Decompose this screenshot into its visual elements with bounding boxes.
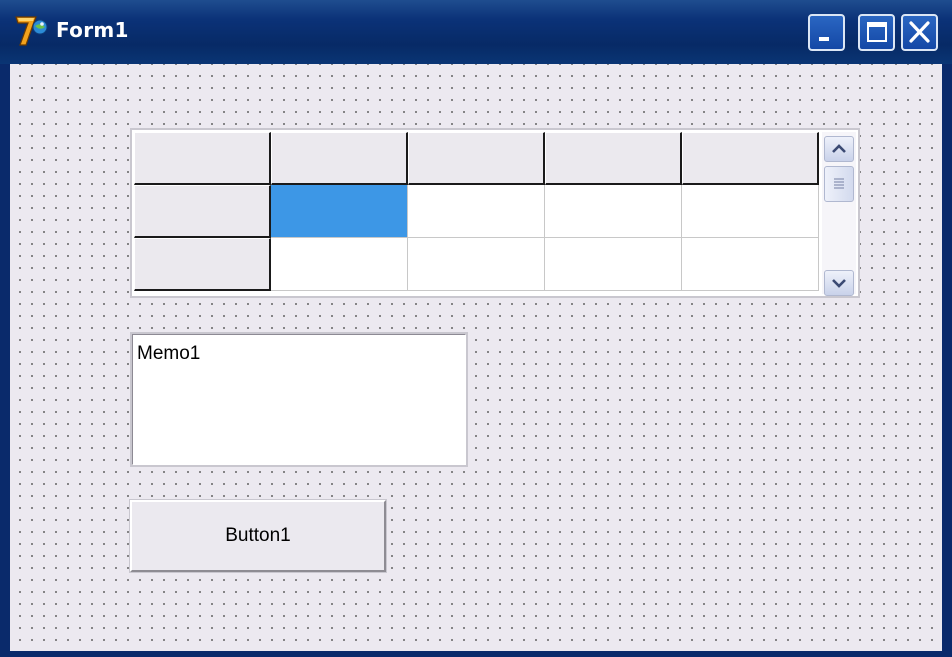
grid-cell[interactable] (271, 238, 408, 291)
button1[interactable]: Button1 (129, 499, 387, 573)
close-icon (909, 21, 930, 43)
window-title: Form1 (56, 18, 129, 42)
delphi-7-icon[interactable] (14, 14, 50, 48)
close-button[interactable] (901, 14, 938, 51)
button1-label: Button1 (225, 525, 291, 546)
scroll-up-button[interactable] (824, 136, 854, 162)
grid-vertical-scrollbar[interactable] (822, 132, 856, 296)
minimize-icon (819, 37, 829, 41)
scroll-thumb[interactable] (824, 166, 854, 202)
scroll-down-button[interactable] (824, 270, 854, 296)
title-bar[interactable]: Form1 (0, 0, 952, 64)
string-grid[interactable] (130, 128, 860, 298)
string-grid-cells[interactable] (134, 132, 822, 296)
scroll-up-icon (832, 144, 846, 153)
grid-fixed-cell[interactable] (408, 132, 545, 185)
minimize-button[interactable] (808, 14, 845, 51)
memo-text: Memo1 (137, 343, 201, 364)
grid-cell[interactable] (408, 238, 545, 291)
grid-cell[interactable] (408, 185, 545, 238)
grid-fixed-cell[interactable] (134, 238, 271, 291)
maximize-button[interactable] (858, 14, 895, 51)
scroll-down-icon (832, 279, 846, 288)
window-border (0, 651, 952, 657)
grid-cell[interactable] (682, 185, 819, 238)
grid-fixed-cell[interactable] (134, 185, 271, 238)
memo-field[interactable]: Memo1 (130, 332, 468, 467)
grid-cell[interactable] (682, 238, 819, 291)
grid-selected-cell[interactable] (271, 185, 408, 238)
grid-cell[interactable] (545, 185, 682, 238)
form-window: Form1 Memo1 Button1 (0, 0, 952, 657)
grid-fixed-cell[interactable] (271, 132, 408, 185)
scroll-thumb-grip-icon (834, 178, 844, 189)
grid-fixed-cell[interactable] (545, 132, 682, 185)
grid-fixed-cell[interactable] (134, 132, 271, 185)
grid-cell[interactable] (545, 238, 682, 291)
maximize-icon (867, 22, 887, 42)
grid-fixed-cell[interactable] (682, 132, 819, 185)
